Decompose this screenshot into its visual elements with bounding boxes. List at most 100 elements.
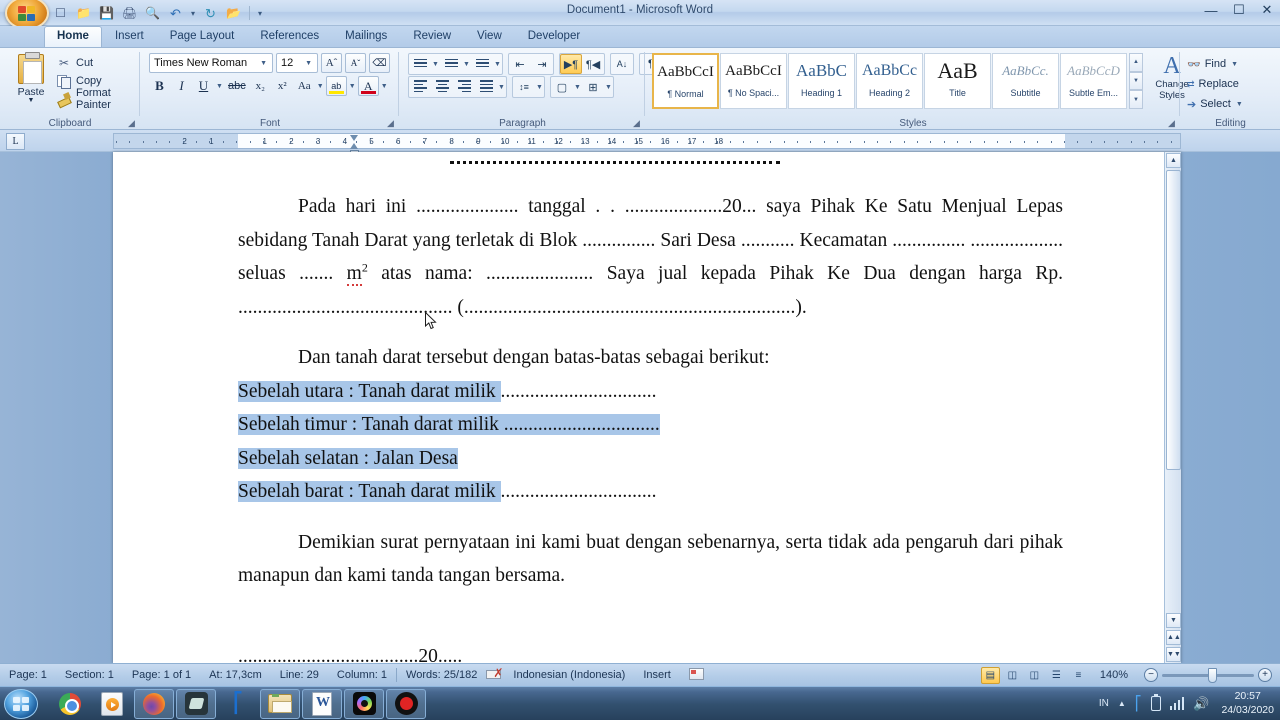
style-subtitle[interactable]: AaBbCc. Subtitle [992, 53, 1059, 109]
show-hidden-icons-icon[interactable]: ▲ [1118, 699, 1126, 708]
scroll-up-arrow-icon[interactable]: ▲ [1166, 153, 1181, 168]
bullets-button[interactable] [409, 54, 431, 74]
taskbar-windows-media-player[interactable] [92, 689, 132, 719]
outline-view-button[interactable]: ☰ [1047, 667, 1066, 684]
styles-gallery-scroll[interactable]: ▲ ▼ ▼ [1129, 53, 1143, 110]
zoom-level-label[interactable]: 140% [1091, 669, 1137, 681]
numbering-dropdown-icon[interactable]: ▼ [462, 61, 471, 68]
numbering-button[interactable] [440, 54, 462, 74]
network-signal-icon[interactable] [1169, 697, 1185, 710]
align-right-button[interactable] [453, 77, 475, 97]
volume-icon[interactable]: 🔊 [1193, 696, 1209, 712]
zoom-in-button[interactable]: + [1258, 668, 1272, 682]
status-language[interactable]: Indonesian (Indonesia) [504, 669, 634, 681]
horizontal-ruler[interactable]: 2 1 1 2 3 4 5 6 7 8 9 10 11 12 13 14 15 16 17 18 [113, 133, 1181, 155]
scrollbar-thumb[interactable] [1166, 170, 1181, 470]
status-page[interactable]: Page: 1 [0, 669, 56, 681]
full-screen-reading-view-button[interactable]: ◫ [1003, 667, 1022, 684]
style-title[interactable]: AaB Title [924, 53, 991, 109]
tab-references[interactable]: References [247, 26, 332, 47]
decrease-indent-button[interactable]: ⇤ [509, 54, 531, 74]
styles-more-icon[interactable]: ▼ [1129, 90, 1143, 110]
font-color-button[interactable]: A [357, 76, 379, 96]
justify-dropdown-icon[interactable]: ▼ [497, 84, 506, 91]
font-dialog-launcher[interactable]: ◢ [385, 118, 396, 129]
style-no-spacing[interactable]: AaBbCcI ¶ No Spaci... [720, 53, 787, 109]
zoom-thumb[interactable] [1208, 667, 1217, 683]
status-words[interactable]: Words: 25/182 [397, 669, 486, 681]
borders-button[interactable]: ⊞ [582, 77, 604, 97]
select-dropdown-icon[interactable]: ▼ [1235, 101, 1244, 108]
grow-font-button[interactable]: Aˆ [321, 53, 342, 73]
font-color-dropdown-icon[interactable]: ▼ [380, 83, 389, 90]
bullets-dropdown-icon[interactable]: ▼ [431, 61, 440, 68]
increase-indent-button[interactable]: ⇥ [531, 54, 553, 74]
tab-developer[interactable]: Developer [515, 26, 593, 47]
maximize-button[interactable]: ☐ [1230, 2, 1248, 18]
previous-page-icon[interactable]: ▲▲ [1166, 630, 1181, 645]
clear-formatting-button[interactable]: ⌫ [369, 53, 390, 73]
document-page[interactable]: Pada hari ini ..................... tang… [113, 152, 1181, 720]
taskbar-firefox[interactable] [134, 688, 174, 719]
zoom-track[interactable] [1162, 667, 1254, 683]
proofing-errors-icon[interactable]: ✗ [486, 667, 504, 682]
tab-insert[interactable]: Insert [102, 26, 157, 47]
taskbar-everything[interactable] [176, 688, 216, 719]
status-insert-mode[interactable]: Insert [634, 669, 680, 681]
underline-dropdown-icon[interactable]: ▼ [215, 83, 224, 90]
style-heading-2[interactable]: AaBbCc Heading 2 [856, 53, 923, 109]
line-spacing-button[interactable]: ↕≡ [513, 77, 535, 97]
highlight-dropdown-icon[interactable]: ▼ [348, 83, 357, 90]
print-layout-view-button[interactable]: ▤ [980, 666, 1000, 684]
close-button[interactable]: ✕ [1258, 2, 1276, 18]
change-case-button[interactable]: Aa [294, 76, 315, 96]
cut-button[interactable]: ✂ Cut [54, 54, 140, 72]
battery-icon[interactable] [1150, 693, 1161, 711]
taskbar-chrome[interactable] [50, 689, 90, 719]
shading-dropdown-icon[interactable]: ▼ [573, 84, 582, 91]
scroll-down-arrow-icon[interactable]: ▼ [1166, 613, 1181, 628]
taskbar-file-explorer[interactable] [260, 688, 300, 719]
taskbar-word[interactable] [302, 688, 342, 719]
input-language-indicator[interactable]: IN [1099, 698, 1109, 709]
find-dropdown-icon[interactable]: ▼ [1230, 61, 1239, 68]
taskbar-bluetooth[interactable]: ⎡ [218, 689, 258, 719]
tab-view[interactable]: View [464, 26, 515, 47]
chevron-down-icon[interactable]: ▼ [302, 60, 315, 67]
change-case-dropdown-icon[interactable]: ▼ [316, 83, 325, 90]
tab-page-layout[interactable]: Page Layout [157, 26, 248, 47]
paste-button[interactable]: Paste ▼ [10, 52, 52, 110]
paste-dropdown-icon[interactable]: ▼ [28, 97, 35, 104]
clock[interactable]: 20:57 24/03/2020 [1218, 690, 1274, 716]
bluetooth-tray-icon[interactable]: ⎡ [1135, 695, 1142, 712]
status-at[interactable]: At: 17,3cm [200, 669, 271, 681]
tab-review[interactable]: Review [400, 26, 464, 47]
multilevel-list-button[interactable] [471, 54, 493, 74]
shading-button[interactable]: ▢ [551, 77, 573, 97]
document-body-text[interactable]: Pada hari ini ..................... tang… [238, 190, 1063, 720]
tab-mailings[interactable]: Mailings [332, 26, 400, 47]
paragraph-dialog-launcher[interactable]: ◢ [631, 118, 642, 129]
sort-button[interactable]: A↓ [611, 54, 633, 74]
status-column[interactable]: Column: 1 [328, 669, 396, 681]
underline-button[interactable]: U [193, 76, 214, 96]
align-left-button[interactable] [409, 77, 431, 97]
status-page-of[interactable]: Page: 1 of 1 [123, 669, 200, 681]
vertical-scrollbar[interactable]: ▲ ▼ ▲▲ ▼▼ [1164, 152, 1181, 663]
justify-button[interactable] [475, 77, 497, 97]
zoom-slider[interactable]: − + [1144, 667, 1272, 683]
status-section[interactable]: Section: 1 [56, 669, 123, 681]
zoom-out-button[interactable]: − [1144, 668, 1158, 682]
shrink-font-button[interactable]: Aˇ [345, 53, 366, 73]
record-macro-icon[interactable] [680, 667, 713, 683]
replace-button[interactable]: ⇄ Replace [1183, 74, 1244, 94]
taskbar-camera-app[interactable] [344, 688, 384, 719]
start-button[interactable] [4, 688, 38, 719]
hanging-indent-marker[interactable] [350, 143, 358, 149]
style-heading-1[interactable]: AaBbC Heading 1 [788, 53, 855, 109]
superscript-button[interactable]: x² [272, 76, 293, 96]
bold-button[interactable]: B [149, 76, 170, 96]
web-layout-view-button[interactable]: ◫ [1025, 667, 1044, 684]
multilevel-dropdown-icon[interactable]: ▼ [493, 61, 502, 68]
ltr-text-direction-button[interactable]: ▶¶ [560, 54, 582, 74]
